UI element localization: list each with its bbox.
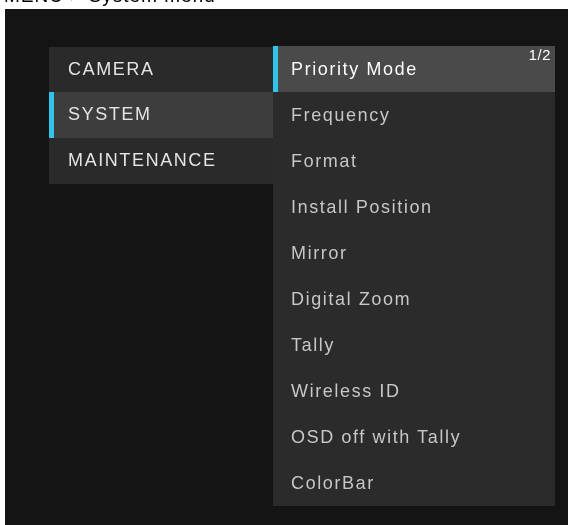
- submenu-item-priority-mode[interactable]: Priority Mode 1/2: [273, 46, 555, 92]
- menu-item-camera[interactable]: CAMERA: [49, 47, 273, 93]
- selection-indicator: [273, 46, 278, 92]
- page-indicator: 1/2: [528, 47, 551, 64]
- submenu-item-label: Priority Mode: [291, 59, 418, 79]
- submenu-item-frequency[interactable]: Frequency: [273, 92, 555, 138]
- main-menu-panel: CAMERA SYSTEM MAINTENANCE: [49, 47, 273, 184]
- system-submenu-panel: Priority Mode 1/2 Frequency Format Insta…: [273, 46, 555, 506]
- submenu-item-label: Tally: [291, 335, 336, 355]
- menu-item-maintenance[interactable]: MAINTENANCE: [49, 138, 273, 184]
- submenu-item-digital-zoom[interactable]: Digital Zoom: [273, 276, 555, 322]
- submenu-item-install-position[interactable]: Install Position: [273, 184, 555, 230]
- menu-item-label: MAINTENANCE: [68, 150, 217, 170]
- submenu-item-label: Mirror: [291, 243, 348, 263]
- submenu-item-tally[interactable]: Tally: [273, 322, 555, 368]
- submenu-item-label: OSD off with Tally: [291, 427, 462, 447]
- caption-text: MENU > System menu: [4, 0, 216, 8]
- menu-item-label: SYSTEM: [68, 104, 152, 124]
- selection-indicator: [49, 92, 54, 138]
- submenu-item-label: Frequency: [291, 105, 391, 125]
- menu-item-system[interactable]: SYSTEM: [49, 92, 273, 138]
- submenu-item-format[interactable]: Format: [273, 138, 555, 184]
- submenu-item-colorbar[interactable]: ColorBar: [273, 460, 555, 506]
- submenu-item-wireless-id[interactable]: Wireless ID: [273, 368, 555, 414]
- submenu-item-label: ColorBar: [291, 473, 375, 493]
- submenu-item-label: Format: [291, 151, 358, 171]
- submenu-item-osd-off-with-tally[interactable]: OSD off with Tally: [273, 414, 555, 460]
- submenu-item-mirror[interactable]: Mirror: [273, 230, 555, 276]
- menu-item-label: CAMERA: [68, 59, 155, 79]
- submenu-item-label: Install Position: [291, 197, 433, 217]
- submenu-item-label: Wireless ID: [291, 381, 401, 401]
- submenu-item-label: Digital Zoom: [291, 289, 412, 309]
